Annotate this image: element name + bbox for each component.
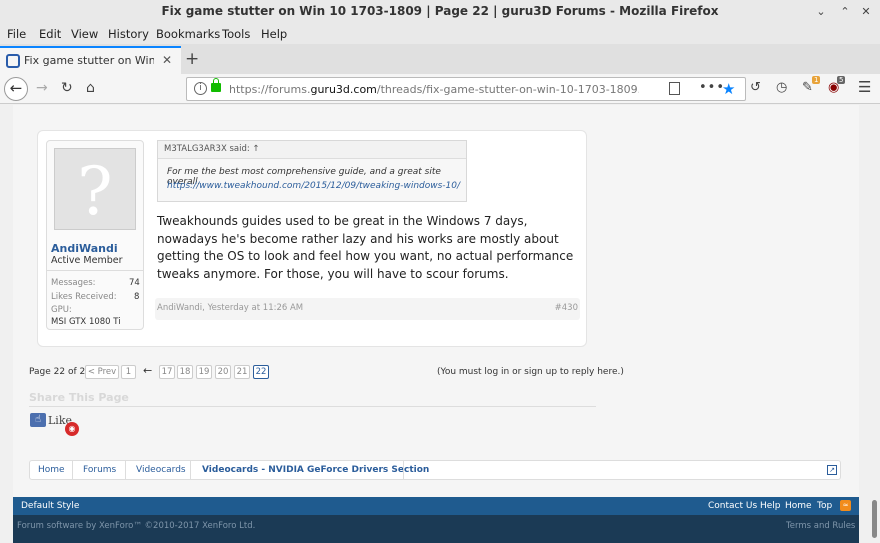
page-1-button[interactable]: 1 [121,365,136,379]
window-title: Fix game stutter on Win 10 1703-1809 | P… [161,4,719,18]
lock-icon[interactable] [211,78,221,92]
clock-icon[interactable]: ◷ [776,80,787,95]
page-21-button[interactable]: 21 [234,365,250,379]
url-text[interactable]: https://forums.guru3d.com/threads/fix-ga… [229,83,639,96]
window-titlebar: Fix game stutter on Win 10 1703-1809 | P… [0,0,880,24]
history-icon[interactable]: ↺ [750,80,761,95]
footer-contact-link[interactable]: Contact Us [708,501,757,511]
likes-count: 8 [134,292,140,302]
legal-bar: Forum software by XenForo™ ©2010-2017 Xe… [13,515,859,543]
url-domain: guru3d.com [310,83,377,96]
breadcrumb-forums[interactable]: Forums [83,465,116,475]
breadcrumb-separator [403,461,404,479]
page-label: Page 22 of 22 [29,367,91,377]
page-22-button[interactable]: 22 [253,365,269,379]
post-meta[interactable]: AndiWandi, Yesterday at 11:26 AM [157,303,303,313]
home-icon[interactable]: ⌂ [86,80,95,96]
breadcrumb-current-section[interactable]: Videocards - NVIDIA GeForce Drivers Sect… [202,465,429,475]
login-note[interactable]: (You must log in or sign up to reply her… [437,367,624,377]
page-17-button[interactable]: 17 [159,365,175,379]
page-jump-arrow[interactable]: ← [143,364,152,377]
gpu-label: GPU: [51,305,72,315]
guru3d-favicon-icon [6,54,20,68]
breadcrumb-home[interactable]: Home [38,465,65,475]
url-path: /threads/fix-game-stutter-on-win-10-1703… [376,83,639,96]
maximize-icon[interactable]: ⌃ [836,3,854,21]
menu-tools[interactable]: Tools [222,27,250,41]
menu-view[interactable]: View [71,27,98,41]
terms-link[interactable]: Terms and Rules [786,521,855,531]
prev-page-button[interactable]: < Prev [85,365,119,379]
menu-bar: File Edit View History Bookmarks Tools H… [0,24,880,44]
extension-badge: 1 [812,76,821,84]
jump-icon[interactable]: ↗ [827,465,837,475]
facebook-like-button[interactable]: ☝ Like [30,413,72,429]
breadcrumb-separator [190,461,191,479]
username[interactable]: AndiWandi [51,242,118,255]
default-avatar-icon: ? [77,153,113,230]
post-message: Tweakhounds guides used to be great in t… [157,214,574,281]
minimize-icon[interactable]: ⌄ [812,3,830,21]
menu-bookmarks[interactable]: Bookmarks [156,27,220,41]
rss-icon[interactable]: ≈ [840,500,851,511]
page-18-button[interactable]: 18 [177,365,193,379]
tab-active[interactable]: Fix game stutter on Win 10 17... ✕ [0,46,181,74]
post-number[interactable]: #430 [555,303,578,313]
menu-file[interactable]: File [7,27,26,41]
blocked-content-icon: ◉ [65,422,79,436]
url-bar[interactable]: i https://forums.guru3d.com/threads/fix-… [186,77,746,101]
url-prefix: https://forums. [229,83,311,96]
scrollbar[interactable] [868,105,880,543]
share-divider [29,406,596,407]
tab-title: Fix game stutter on Win 10 17... [24,54,154,67]
page-20-button[interactable]: 20 [215,365,231,379]
close-icon[interactable]: ✕ [857,3,875,21]
like-thumb-icon: ☝ [30,413,46,427]
quote-block: M3TALG3AR3X said: ↑ For me the best most… [157,140,467,202]
footer-help-link[interactable]: Help [760,501,781,511]
info-icon[interactable]: i [194,82,207,95]
breadcrumb-videocards[interactable]: Videocards [136,465,186,475]
reader-view-icon[interactable] [669,82,680,95]
forward-icon[interactable]: → [36,80,48,96]
messages-label: Messages: [51,278,96,288]
quote-link[interactable]: https://www.tweakhound.com/2015/12/09/tw… [167,181,460,191]
style-chooser-link[interactable]: Default Style [21,501,79,511]
share-heading: Share This Page [29,391,129,404]
breadcrumb-separator [125,461,126,479]
likes-label: Likes Received: [51,292,117,302]
ublock-badge: 5 [837,76,846,84]
breadcrumb: Home Forums Videocards Videocards - NVID… [29,460,841,480]
messages-count[interactable]: 74 [129,278,140,288]
scrollbar-thumb[interactable] [872,500,877,538]
new-tab-icon[interactable]: + [185,49,199,69]
user-title: Active Member [51,255,123,266]
gpu-value: MSI GTX 1080 Ti [51,317,121,327]
reload-icon[interactable]: ↻ [61,80,73,96]
footer-top-link[interactable]: Top [817,501,832,511]
menu-help[interactable]: Help [261,27,287,41]
forum-software-credit[interactable]: Forum software by XenForo™ ©2010-2017 Xe… [17,521,255,531]
navigation-bar: ← → ↻ ⌂ i https://forums.guru3d.com/thre… [0,74,880,104]
post-footer: AndiWandi, Yesterday at 11:26 AM #430 [155,298,580,320]
menu-history[interactable]: History [108,27,149,41]
quote-attribution[interactable]: M3TALG3AR3X said: ↑ [158,141,466,159]
footer-bar: Default Style Contact Us Help Home Top ≈ [13,497,859,515]
page-19-button[interactable]: 19 [196,365,212,379]
star-icon[interactable]: ★ [722,80,735,98]
breadcrumb-separator [72,461,73,479]
footer-home-link[interactable]: Home [785,501,812,511]
back-icon[interactable]: ← [4,77,28,101]
tab-close-icon[interactable]: ✕ [162,53,172,67]
tab-bar: Fix game stutter on Win 10 17... ✕ + [0,44,880,74]
hamburger-menu-icon[interactable]: ☰ [858,78,871,96]
avatar[interactable]: ? [54,148,136,230]
menu-edit[interactable]: Edit [39,27,61,41]
